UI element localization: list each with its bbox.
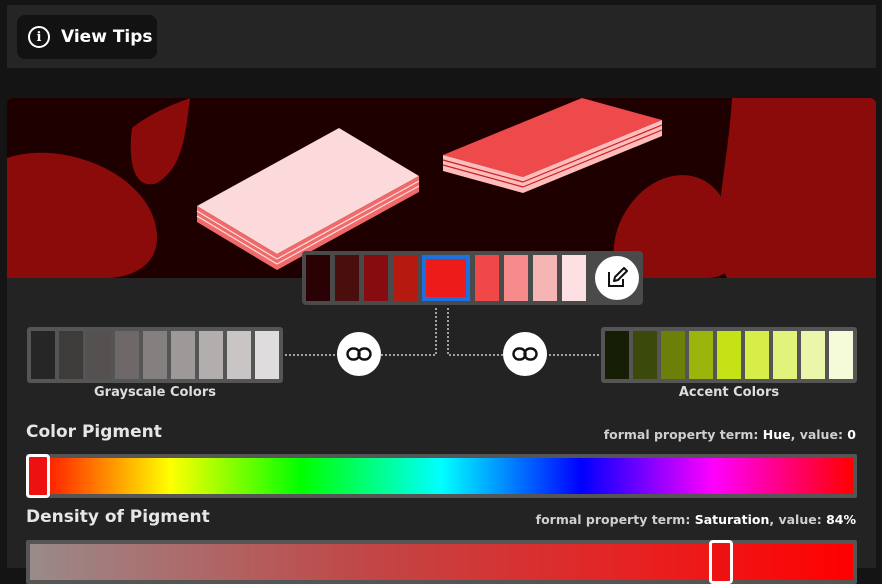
saturation-property-term: formal property term: Saturation, value:… bbox=[536, 512, 856, 527]
color-swatch[interactable] bbox=[475, 255, 499, 301]
color-swatch[interactable] bbox=[633, 331, 657, 379]
color-swatch[interactable] bbox=[306, 255, 330, 301]
main-palette-row bbox=[302, 251, 643, 305]
hue-term-name: Hue bbox=[762, 427, 791, 442]
color-swatch[interactable] bbox=[422, 255, 470, 301]
color-swatch[interactable] bbox=[504, 255, 528, 301]
link-icon bbox=[512, 347, 538, 361]
color-swatch[interactable] bbox=[717, 331, 741, 379]
color-swatch[interactable] bbox=[143, 331, 167, 379]
saturation-slider-thumb[interactable] bbox=[709, 540, 734, 584]
accent-caption: Accent Colors bbox=[678, 385, 780, 400]
saturation-value: 84% bbox=[826, 512, 856, 527]
color-swatch[interactable] bbox=[661, 331, 685, 379]
link-grayscale-button[interactable] bbox=[337, 332, 381, 376]
saturation-slider-track[interactable] bbox=[26, 540, 857, 584]
saturation-term-prefix: formal property term: bbox=[535, 512, 691, 527]
saturation-value-prefix: , value: bbox=[769, 512, 822, 527]
hue-value: 0 bbox=[847, 427, 856, 442]
hue-term-prefix: formal property term: bbox=[603, 427, 759, 442]
hue-slider-thumb[interactable] bbox=[26, 454, 50, 498]
hue-value-prefix: , value: bbox=[790, 427, 843, 442]
color-swatch[interactable] bbox=[829, 331, 853, 379]
color-swatch[interactable] bbox=[364, 255, 388, 301]
color-swatch[interactable] bbox=[87, 331, 111, 379]
edit-palette-button[interactable] bbox=[595, 256, 639, 300]
color-swatch[interactable] bbox=[605, 331, 629, 379]
color-swatch[interactable] bbox=[801, 331, 825, 379]
color-swatch[interactable] bbox=[31, 331, 55, 379]
hue-slider-track[interactable] bbox=[26, 454, 857, 498]
color-swatch[interactable] bbox=[171, 331, 195, 379]
color-swatch[interactable] bbox=[533, 255, 557, 301]
color-swatch[interactable] bbox=[255, 331, 279, 379]
hue-section-title: Color Pigment bbox=[26, 422, 162, 442]
hue-property-term: formal property term: Hue, value: 0 bbox=[604, 427, 856, 442]
color-swatch[interactable] bbox=[689, 331, 713, 379]
saturation-section-title: Density of Pigment bbox=[26, 507, 210, 527]
accent-palette-row bbox=[601, 327, 857, 383]
link-icon bbox=[346, 347, 372, 361]
grayscale-palette-row bbox=[27, 327, 283, 383]
link-accent-button[interactable] bbox=[503, 332, 547, 376]
color-swatch[interactable] bbox=[59, 331, 83, 379]
color-swatch[interactable] bbox=[562, 255, 586, 301]
color-swatch[interactable] bbox=[393, 255, 417, 301]
grayscale-caption: Grayscale Colors bbox=[94, 385, 216, 400]
color-swatch[interactable] bbox=[335, 255, 359, 301]
color-swatch[interactable] bbox=[773, 331, 797, 379]
color-swatch[interactable] bbox=[199, 331, 223, 379]
color-swatch[interactable] bbox=[227, 331, 251, 379]
pencil-edit-icon bbox=[608, 267, 628, 287]
saturation-term-name: Saturation bbox=[694, 512, 770, 527]
color-swatch[interactable] bbox=[115, 331, 139, 379]
color-swatch[interactable] bbox=[745, 331, 769, 379]
